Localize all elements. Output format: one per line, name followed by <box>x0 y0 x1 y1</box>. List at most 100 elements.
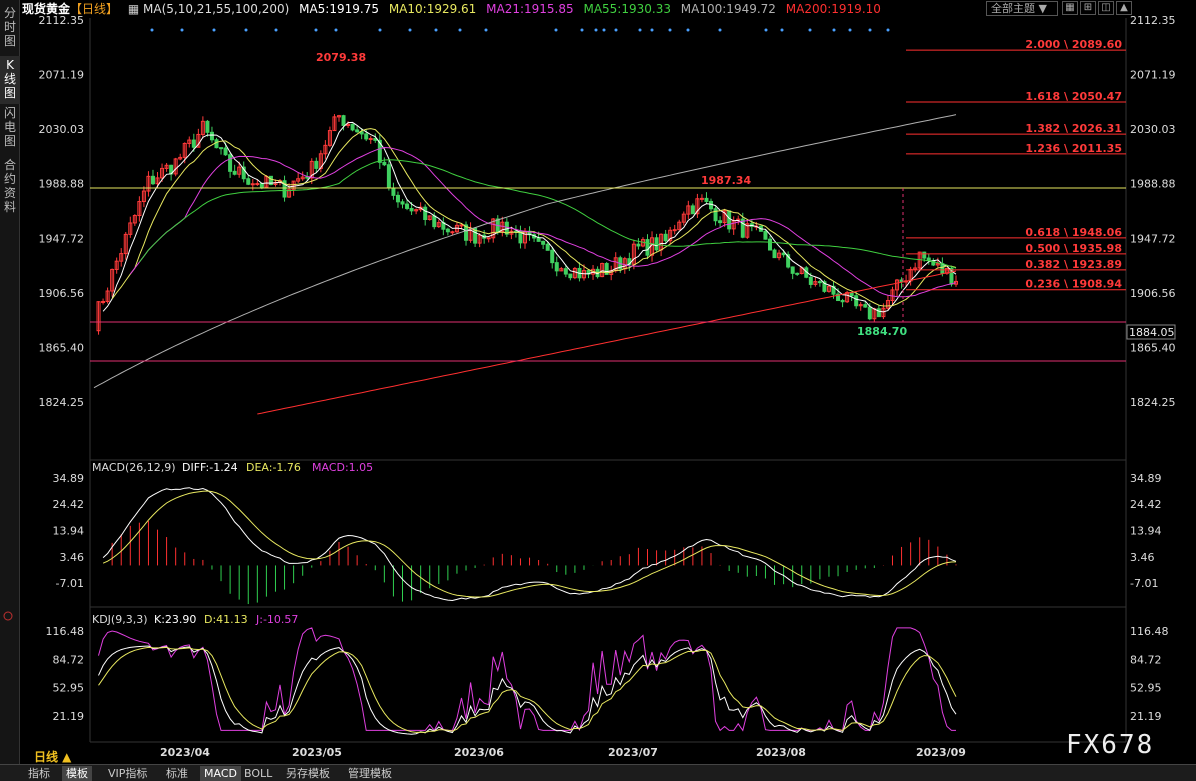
candle-body <box>709 200 714 210</box>
kdj-lines <box>98 627 957 735</box>
candle-body <box>350 123 355 131</box>
ma10-line <box>111 128 957 307</box>
event-dot <box>580 28 584 32</box>
candle-body <box>314 160 319 169</box>
candle-body <box>459 224 464 227</box>
fib-label: 1.382 \ 2026.31 <box>1025 122 1122 135</box>
candle-body <box>214 139 219 149</box>
candle-body <box>405 203 410 209</box>
kdj-title: KDJ(9,3,3) <box>92 613 148 626</box>
macd-tick-right: -7.01 <box>1130 577 1158 590</box>
candle-body <box>191 139 196 148</box>
bottom-tab[interactable]: BOLL <box>240 766 276 781</box>
candle-body <box>355 129 360 133</box>
event-dot <box>602 28 606 32</box>
candle-body <box>545 243 550 251</box>
price-tick-left: 1947.72 <box>39 232 85 245</box>
candle-body <box>699 197 704 200</box>
bottom-tab[interactable]: 模板 <box>62 766 92 781</box>
candle-body <box>654 237 659 251</box>
event-dot <box>314 28 318 32</box>
event-dot <box>686 28 690 32</box>
candle-body <box>863 304 868 308</box>
event-dot <box>832 28 836 32</box>
bottom-tab[interactable]: VIP指标 <box>104 766 151 781</box>
annotation-high: 2079.38 <box>316 51 366 64</box>
candle-body <box>763 230 768 240</box>
candle-body <box>704 197 709 202</box>
candle-body <box>767 238 772 251</box>
price-tick-left: 2071.19 <box>39 69 85 82</box>
macd-tick-left: 3.46 <box>60 551 85 564</box>
macd-diff: DIFF:-1.24 <box>182 461 238 474</box>
macd-dea: DEA:-1.76 <box>246 461 301 474</box>
kdj-j-line <box>98 627 956 732</box>
candle-body <box>246 178 251 185</box>
candle-body <box>854 295 859 307</box>
candle-body <box>718 220 723 224</box>
ma21-line <box>129 146 957 298</box>
macd-tick-right: 3.46 <box>1130 551 1155 564</box>
candle-body <box>101 300 106 303</box>
price-tick-right: 1824.25 <box>1130 396 1176 409</box>
settings-icon[interactable] <box>3 611 13 621</box>
bottom-tab[interactable]: MACD <box>200 766 241 781</box>
fib-label: 0.382 \ 1923.89 <box>1025 258 1122 271</box>
price-tick-right: 2030.03 <box>1130 123 1176 136</box>
date-tick: 2023/05 <box>292 746 342 759</box>
ma200-line <box>257 270 957 415</box>
candle-body <box>400 201 405 205</box>
macd-dea-line <box>102 490 957 598</box>
bottom-tab[interactable]: 标准 <box>162 766 192 781</box>
event-dot <box>274 28 278 32</box>
event-dot <box>614 28 618 32</box>
candle-body <box>219 147 224 150</box>
kdj-d: D:41.13 <box>204 613 248 626</box>
fib-label: 1.618 \ 2050.47 <box>1025 90 1122 103</box>
price-tick-left: 1988.88 <box>39 178 85 191</box>
event-dot <box>764 28 768 32</box>
event-dot <box>808 28 812 32</box>
candle-body <box>840 300 845 303</box>
kdj-d-line <box>98 646 957 733</box>
event-dot <box>150 28 154 32</box>
watermark-logo: FX678 <box>1066 730 1155 760</box>
candle-body <box>305 176 310 179</box>
candle-body <box>663 233 668 242</box>
candle-body <box>486 237 491 240</box>
period-label[interactable]: 日线 ▲ <box>34 748 71 765</box>
macd-tick-right: 24.42 <box>1130 498 1162 511</box>
macd-title: MACD(26,12,9) <box>92 461 176 474</box>
bottom-tab[interactable]: 指标 <box>24 766 54 781</box>
event-dot <box>378 28 382 32</box>
candle-body <box>364 133 369 140</box>
candle-body <box>808 276 813 285</box>
candle-body <box>223 147 228 156</box>
event-dot <box>886 28 890 32</box>
candle-body <box>250 183 255 186</box>
candle-body <box>550 249 555 264</box>
kdj-tick-left: 52.95 <box>53 682 85 695</box>
kdj-tick-left: 116.48 <box>46 625 85 638</box>
bottom-tab[interactable]: 管理模板 <box>344 766 396 781</box>
candle-body <box>645 239 650 256</box>
bottom-tab[interactable]: 另存模板 <box>282 766 334 781</box>
candle-body <box>409 207 414 212</box>
macd-tick-left: 34.89 <box>53 472 85 485</box>
date-tick: 2023/07 <box>608 746 658 759</box>
event-dot <box>650 28 654 32</box>
event-dot <box>180 28 184 32</box>
macd-tick-right: 13.94 <box>1130 525 1162 538</box>
candle-body <box>636 243 641 247</box>
macd-tick-left: 24.42 <box>53 498 85 511</box>
macd-tick-left: -7.01 <box>56 577 84 590</box>
price-tick-left: 1906.56 <box>39 287 85 300</box>
candle-body <box>423 206 428 221</box>
candle-body <box>690 205 695 215</box>
event-dot <box>484 28 488 32</box>
fib-label: 0.236 \ 1908.94 <box>1025 278 1122 291</box>
fib-label: 2.000 \ 2089.60 <box>1025 38 1122 51</box>
event-dot <box>718 28 722 32</box>
candle-body <box>228 154 233 172</box>
kdj-k: K:23.90 <box>154 613 196 626</box>
